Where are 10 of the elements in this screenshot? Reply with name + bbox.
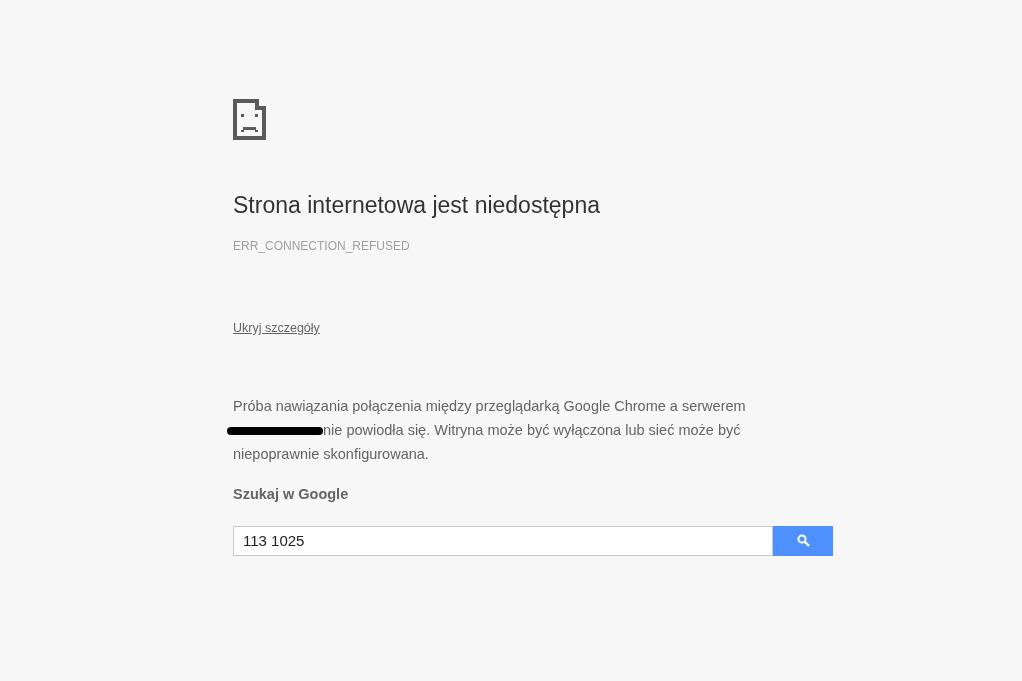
search-field[interactable]: 113 1025	[233, 525, 773, 556]
details-text: nie powiodła się. Witryna może być wyłączona lub sieć może być niepoprawnie skonfigurowana.	[233, 421, 741, 462]
sad-page-icon	[233, 99, 266, 140]
search-heading: Szukaj w Google	[233, 484, 349, 504]
search-icon	[796, 534, 810, 547]
hide-details-link[interactable]: Ukryj szczegóły	[233, 319, 320, 338]
error-title: Strona internetowa jest niedostępna	[233, 191, 600, 220]
error-code: ERR_CONNECTION_REFUSED	[233, 238, 410, 255]
details-text: Próba nawiązania połączenia między przeglądarką Google Chrome a serwerem	[233, 397, 746, 414]
search-button[interactable]	[773, 525, 833, 556]
